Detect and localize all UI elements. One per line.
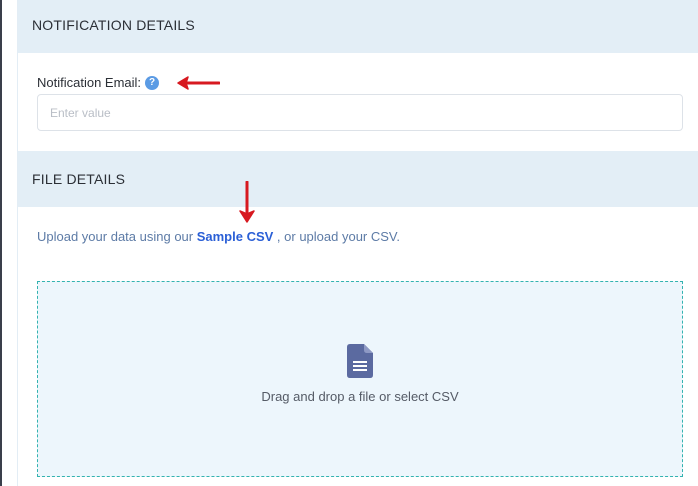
document-icon bbox=[347, 344, 373, 378]
dropzone-text: Drag and drop a file or select CSV bbox=[261, 389, 459, 404]
annotation-arrow-left-icon bbox=[177, 76, 220, 90]
file-dropzone[interactable]: Drag and drop a file or select CSV bbox=[37, 281, 683, 477]
file-details-title: FILE DETAILS bbox=[32, 171, 126, 187]
upload-suffix: , or upload your CSV. bbox=[273, 229, 401, 244]
sample-csv-link[interactable]: Sample CSV bbox=[197, 229, 274, 244]
upload-instructions: Upload your data using our Sample CSV , … bbox=[37, 229, 400, 244]
notification-email-label-row: Notification Email: ? bbox=[37, 75, 160, 90]
annotation-arrow-down-icon bbox=[239, 181, 255, 223]
left-rail bbox=[0, 0, 18, 486]
file-details-header: FILE DETAILS bbox=[18, 151, 698, 207]
notification-email-label: Notification Email: bbox=[37, 75, 142, 90]
page: NOTIFICATION DETAILS Notification Email:… bbox=[0, 0, 698, 486]
notification-email-input[interactable] bbox=[37, 94, 683, 131]
notification-details-header: NOTIFICATION DETAILS bbox=[18, 0, 698, 53]
upload-prefix: Upload your data using our bbox=[37, 229, 197, 244]
notification-details-title: NOTIFICATION DETAILS bbox=[32, 17, 195, 33]
help-icon[interactable]: ? bbox=[145, 75, 160, 90]
